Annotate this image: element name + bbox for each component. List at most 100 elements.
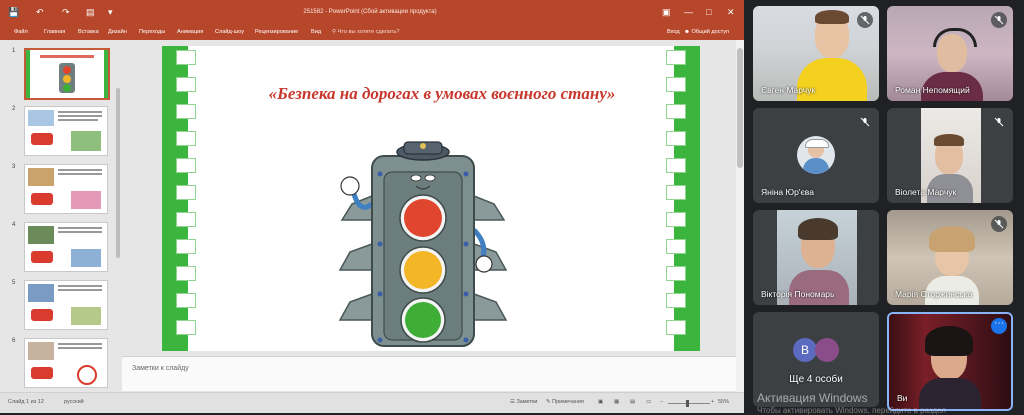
signin-link[interactable]: Вход: [667, 24, 680, 40]
redo-icon[interactable]: ↷: [62, 6, 70, 18]
comments-toggle-button[interactable]: ✎ Примечания: [546, 399, 584, 405]
thumbnail-slide-3[interactable]: 3: [12, 164, 112, 214]
thumbnail-slide-1[interactable]: 1: [12, 48, 112, 100]
slide-number: 4: [12, 222, 16, 228]
notes-pane[interactable]: Заметки к слайду: [122, 356, 736, 391]
view-reading-icon[interactable]: ▤: [630, 399, 635, 405]
border-tooth: [666, 50, 686, 65]
border-tooth: [176, 293, 196, 308]
tab-slideshow[interactable]: Слайд-шоу: [215, 24, 244, 40]
thumbnail-slide-2[interactable]: 2: [12, 106, 112, 156]
participant-name: Віолета Марчук: [895, 187, 957, 197]
more-options-button[interactable]: ⋯: [991, 318, 1007, 334]
slide-thumbnail: [24, 48, 110, 100]
participant-tile[interactable]: Вікторія Пономарь: [753, 210, 879, 305]
slide-thumbnail: [24, 164, 108, 214]
activation-watermark: Активация Windows: [757, 391, 868, 405]
tab-review[interactable]: Рецензирование: [255, 24, 298, 40]
avatar-letter: В: [800, 343, 809, 357]
border-tooth: [176, 212, 196, 227]
self-tile[interactable]: ⋯ Ви: [887, 312, 1013, 411]
view-normal-icon[interactable]: ▣: [598, 399, 603, 405]
slide-number: 6: [12, 338, 16, 344]
participant-name: Роман Непомящий: [895, 85, 970, 95]
slide-thumbnail: [24, 338, 108, 388]
zoom-slider-thumb[interactable]: [686, 400, 689, 407]
mic-muted-icon: [991, 216, 1007, 232]
scrollbar-thumb[interactable]: [737, 48, 743, 168]
tell-me-search[interactable]: ⚲ Что вы хотите сделать?: [332, 24, 400, 40]
participant-name: Вікторія Пономарь: [761, 289, 835, 299]
current-slide[interactable]: «Безпека на дорогах в умовах воєнного ст…: [162, 46, 700, 351]
notes-toggle-label: Заметки: [516, 399, 538, 405]
slide-thumbnail: [24, 106, 108, 156]
slide-thumbnail: [24, 280, 108, 330]
tell-me-label: Что вы хотите сделать?: [337, 29, 400, 35]
thumbnail-scrollbar[interactable]: [116, 88, 120, 258]
border-tooth: [666, 212, 686, 227]
ribbon-tabs: Файл Главная Вставка Дизайн Переходы Ани…: [0, 24, 744, 40]
participant-tile[interactable]: Яніна Юр'єва: [753, 108, 879, 203]
share-button[interactable]: ☻ Общий доступ: [684, 24, 729, 40]
slide-number: 1: [12, 48, 16, 54]
notes-toggle-button[interactable]: ☰ Заметки: [510, 399, 538, 405]
language-indicator[interactable]: русский: [64, 399, 84, 405]
participant-tile[interactable]: Роман Непомящий: [887, 6, 1013, 101]
border-tooth: [666, 131, 686, 146]
thumbnail-slide-5[interactable]: 5: [12, 280, 112, 330]
participant-tile[interactable]: Євген Марчук: [753, 6, 879, 101]
slide-title[interactable]: «Безпека на дорогах в умовах воєнного ст…: [262, 84, 622, 104]
participant-shirt: [789, 270, 849, 305]
present-icon[interactable]: ▤: [86, 6, 95, 18]
tab-insert[interactable]: Вставка: [78, 24, 99, 40]
slide-scrollbar[interactable]: [736, 40, 744, 392]
maximize-icon[interactable]: □: [706, 6, 711, 18]
participant-tile[interactable]: Марія Сторжинська: [887, 210, 1013, 305]
thumbnail-slide-6[interactable]: 6: [12, 338, 112, 388]
status-bar: Слайд 1 из 12 русский ☰ Заметки ✎ Примеч…: [0, 392, 744, 413]
view-sorter-icon[interactable]: ▦: [614, 399, 619, 405]
mic-muted-icon: [991, 12, 1007, 28]
close-icon[interactable]: ✕: [727, 6, 735, 18]
slide-number: 2: [12, 106, 16, 112]
zoom-in-icon[interactable]: +: [711, 399, 714, 405]
activation-watermark-sub: Чтобы активировать Windows, перейдите в …: [757, 406, 946, 415]
mic-muted-icon: [991, 114, 1007, 130]
quick-access-icon[interactable]: ▾: [108, 6, 113, 18]
tab-file[interactable]: Файл: [14, 24, 28, 40]
participant-hair: [925, 326, 973, 356]
tab-view[interactable]: Вид: [311, 24, 321, 40]
zoom-out-icon[interactable]: −: [660, 399, 663, 405]
slide-number: 5: [12, 280, 16, 286]
avatar: В: [793, 338, 817, 362]
border-tooth: [176, 266, 196, 281]
avatar: [797, 136, 835, 174]
title-bar: 💾 ↶ ↷ ▤ ▾ 251582 - PowerPoint (Сбой акти…: [0, 0, 744, 24]
zoom-slider[interactable]: [668, 400, 710, 407]
border-tooth: [176, 320, 196, 335]
undo-icon[interactable]: ↶: [36, 6, 44, 18]
share-label: Общий доступ: [691, 29, 730, 35]
slide-thumbnails-pane: 1 2 3 4 5 6: [0, 40, 122, 392]
view-slideshow-icon[interactable]: ▭: [646, 399, 651, 405]
slide-thumbnail: [24, 222, 108, 272]
participant-hair: [798, 218, 838, 240]
comments-toggle-label: Примечания: [552, 399, 584, 405]
save-icon[interactable]: 💾: [8, 6, 19, 18]
mic-muted-icon: [857, 12, 873, 28]
thumbnail-slide-4[interactable]: 4: [12, 222, 112, 272]
traffic-light-illustration: [338, 141, 508, 347]
border-tooth: [666, 104, 686, 119]
tab-home[interactable]: Главная: [44, 24, 65, 40]
border-tooth: [666, 77, 686, 92]
participant-shirt: [919, 378, 981, 409]
mic-muted-icon: [857, 114, 873, 130]
zoom-level[interactable]: 55%: [718, 399, 729, 405]
ribbon-display-icon[interactable]: ▣: [662, 6, 671, 18]
tab-animation[interactable]: Анимация: [177, 24, 203, 40]
minimize-icon[interactable]: —: [684, 6, 693, 18]
tab-transitions[interactable]: Переходы: [139, 24, 165, 40]
border-tooth: [666, 239, 686, 254]
participant-tile[interactable]: Віолета Марчук: [887, 108, 1013, 203]
tab-design[interactable]: Дизайн: [108, 24, 127, 40]
